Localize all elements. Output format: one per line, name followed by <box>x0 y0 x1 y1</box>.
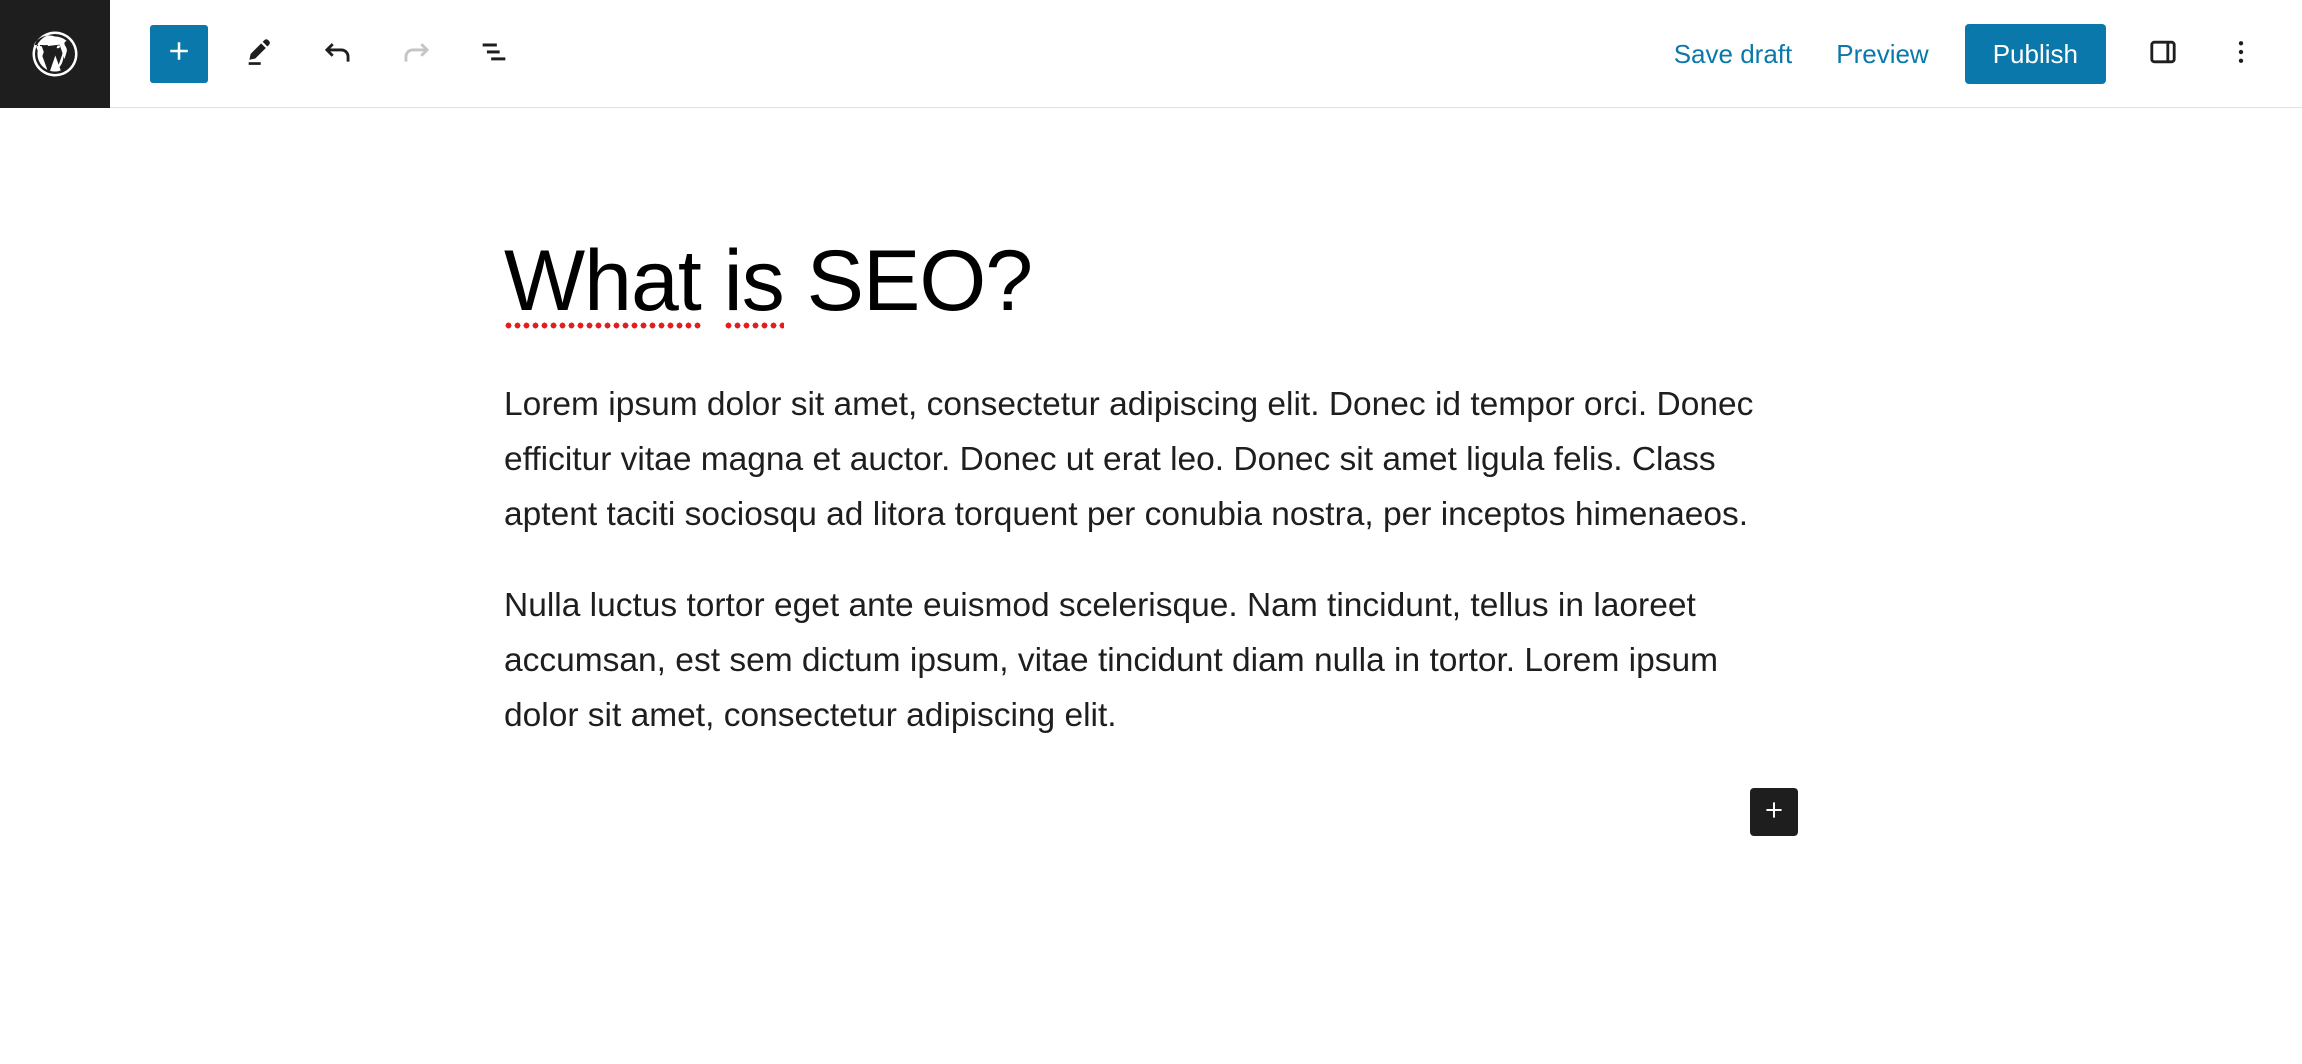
wordpress-logo-icon <box>28 27 82 81</box>
text-run: vitae <box>1008 642 1098 680</box>
plus-icon <box>164 36 194 71</box>
misspelled-text: euismod scelerisque. Nam tincidunt, tell… <box>923 587 1549 627</box>
redo-tool-button[interactable] <box>380 18 452 90</box>
editor-header: Save draft Preview Publish <box>0 0 2302 108</box>
block-appender-row <box>504 744 1798 836</box>
preview-button[interactable]: Preview <box>1814 25 1950 83</box>
wordpress-logo-button[interactable] <box>0 0 110 108</box>
edit-mode-tool-button[interactable] <box>224 18 296 90</box>
text-run: est <box>666 642 730 680</box>
plus-icon <box>1761 797 1787 826</box>
editor-canvas: What is SEO? Lorem ipsum dolor sit amet,… <box>0 108 2302 1064</box>
misspelled-text: per inceptos himenaeos. <box>1383 496 1749 536</box>
undo-arrow-icon <box>320 34 356 73</box>
text-run: ante <box>839 587 923 625</box>
misspelled-text: sem dictum ipsum, <box>729 642 1009 682</box>
pencil-icon <box>243 35 277 72</box>
block-inserter-button[interactable] <box>150 24 208 83</box>
undo-tool-button[interactable] <box>302 18 374 90</box>
text-run: ut <box>1056 441 1104 479</box>
post-title-field[interactable]: What is SEO? <box>504 233 1798 331</box>
text-run: in <box>1548 587 1594 625</box>
text-run: , <box>1364 496 1384 534</box>
header-left-tools <box>110 0 530 107</box>
misspelled-text: Nulla luctus tortor eget <box>504 587 840 627</box>
add-block-button[interactable] <box>1750 787 1798 836</box>
header-right-actions: Save draft Preview Publish <box>1652 0 2302 107</box>
paragraph-block-1[interactable]: Lorem ipsum dolor sit amet, consectetur … <box>504 378 1798 543</box>
misspelled-text: auctor. Donec <box>849 441 1057 481</box>
list-view-icon <box>477 35 511 72</box>
text-run <box>701 233 724 329</box>
list-view-tool-button[interactable] <box>458 18 530 90</box>
misspelled-text: litora torquent per conubia nostra <box>872 496 1365 536</box>
text-run: in <box>1384 642 1430 680</box>
save-draft-button[interactable]: Save draft <box>1652 25 1815 83</box>
misspelled-text: tincidunt diam nulla <box>1097 642 1385 682</box>
post-content-wrapper: What is SEO? Lorem ipsum dolor sit amet,… <box>504 108 1798 744</box>
paragraph-block-2[interactable]: Nulla luctus tortor eget ante euismod sc… <box>504 579 1798 744</box>
text-run: SEO? <box>783 233 1033 329</box>
sidebar-toggle-button[interactable] <box>2128 19 2198 89</box>
text-run: vitae magna et <box>611 441 850 479</box>
text-run: ad <box>816 496 873 534</box>
redo-arrow-icon <box>398 34 434 73</box>
more-menu-button[interactable] <box>2206 19 2276 89</box>
publish-button[interactable]: Publish <box>1964 23 2106 84</box>
misspelled-text: What <box>504 233 702 331</box>
three-dots-vertical-icon <box>2226 37 2256 70</box>
sidebar-panel-icon <box>2146 35 2180 72</box>
misspelled-text: is <box>723 233 785 331</box>
